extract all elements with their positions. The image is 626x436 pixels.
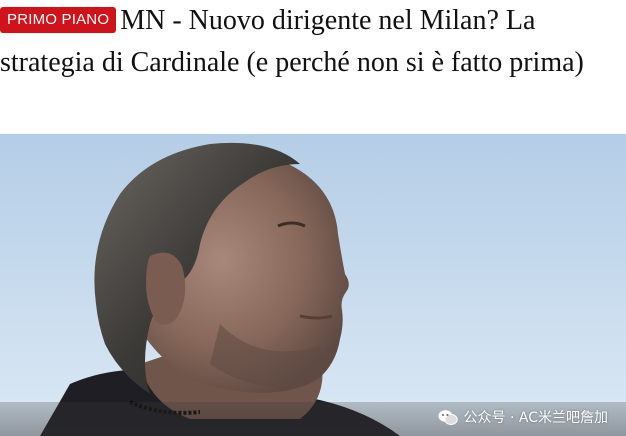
article-photo[interactable]: 公众号 · AC米兰吧詹加 bbox=[0, 134, 626, 436]
section-badge[interactable]: PRIMO PIANO bbox=[0, 7, 117, 33]
watermark-bar: 公众号 · AC米兰吧詹加 bbox=[0, 402, 626, 436]
watermark: 公众号 · AC米兰吧詹加 bbox=[438, 407, 608, 427]
portrait-photo bbox=[0, 134, 626, 436]
article-headline[interactable]: PRIMO PIANO MN - Nuovo dirigente nel Mila… bbox=[0, 0, 620, 84]
watermark-text: 公众号 · AC米兰吧詹加 bbox=[463, 410, 608, 426]
article-page: PRIMO PIANO MN - Nuovo dirigente nel Mila… bbox=[0, 0, 626, 436]
wechat-icon bbox=[438, 409, 458, 426]
